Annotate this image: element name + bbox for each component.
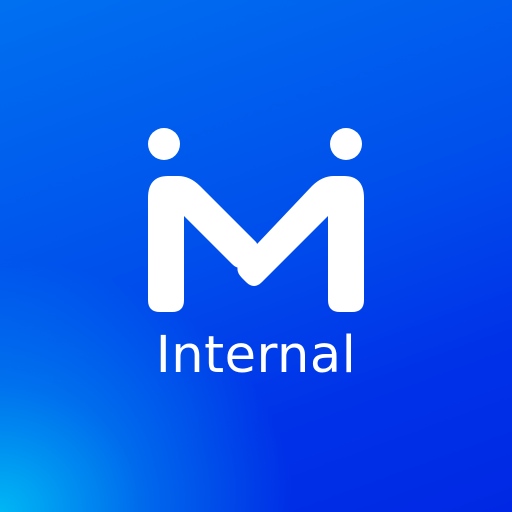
m-people-logo-icon [148,128,364,312]
left-head-icon [148,128,180,160]
app-icon: Internal [0,0,512,512]
right-head-icon [330,128,362,160]
left-figure-shape [148,176,259,312]
app-wordmark: Internal [155,326,357,385]
